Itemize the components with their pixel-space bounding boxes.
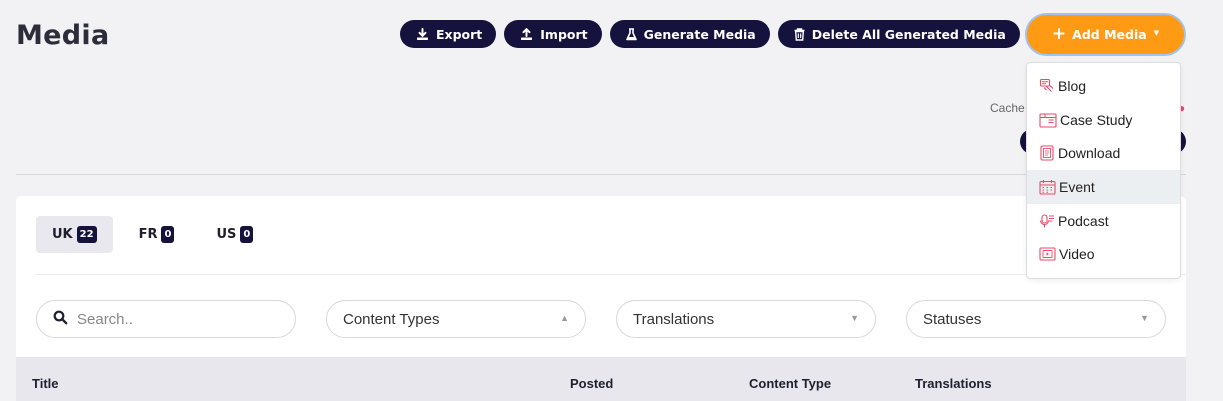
delete-generated-button-label: Delete All Generated Media bbox=[811, 26, 1006, 42]
menu-item-label: Video bbox=[1059, 246, 1095, 263]
content-types-select[interactable]: Content Types ▲ bbox=[326, 300, 586, 338]
trash-icon bbox=[794, 27, 805, 41]
calendar-icon bbox=[1039, 179, 1056, 195]
statuses-select[interactable]: Statuses ▼ bbox=[906, 300, 1166, 338]
column-header-posted[interactable]: Posted bbox=[570, 376, 613, 391]
tab-label: US bbox=[216, 227, 237, 242]
tab-label: FR bbox=[138, 227, 158, 242]
table-header: Title Posted Content Type Translations bbox=[16, 357, 1186, 401]
menu-item-label: Podcast bbox=[1058, 212, 1109, 229]
flask-icon bbox=[625, 27, 637, 41]
header-divider bbox=[16, 174, 1186, 175]
add-media-button-label: Add Media bbox=[1072, 27, 1147, 42]
toolbar: Export Import Generate Media Delete All … bbox=[400, 20, 1020, 48]
import-button-label: Import bbox=[540, 26, 588, 42]
export-button[interactable]: Export bbox=[400, 20, 497, 48]
case-study-icon bbox=[1039, 112, 1057, 128]
menu-item-label: Blog bbox=[1058, 77, 1087, 94]
menu-item-event[interactable]: Event bbox=[1027, 170, 1180, 204]
delete-generated-button[interactable]: Delete All Generated Media bbox=[777, 20, 1020, 48]
video-icon bbox=[1039, 246, 1056, 262]
tab-count-badge: 22 bbox=[76, 226, 97, 243]
menu-item-label: Download bbox=[1058, 145, 1121, 162]
menu-item-case-study[interactable]: Case Study bbox=[1027, 103, 1180, 137]
search-placeholder: Search.. bbox=[77, 310, 133, 328]
generate-media-button[interactable]: Generate Media bbox=[609, 20, 770, 48]
locale-tabs: UK 22 FR 0 US 0 bbox=[36, 216, 269, 253]
cache-label: Cache bbox=[990, 101, 1025, 115]
menu-item-podcast[interactable]: Podcast bbox=[1027, 204, 1180, 238]
tabs-divider bbox=[36, 274, 1186, 275]
media-card: UK 22 FR 0 US 0 Search.. Content Types ▲… bbox=[16, 196, 1186, 401]
column-header-content-type[interactable]: Content Type bbox=[749, 376, 831, 391]
menu-item-download[interactable]: Download bbox=[1027, 136, 1180, 170]
menu-item-blog[interactable]: Blog bbox=[1027, 69, 1180, 103]
page-title: Media bbox=[16, 20, 110, 51]
generate-media-button-label: Generate Media bbox=[643, 26, 756, 42]
import-icon bbox=[520, 27, 533, 41]
caret-down-icon: ▼ bbox=[1153, 29, 1160, 37]
export-icon bbox=[416, 27, 429, 41]
podcast-icon bbox=[1039, 213, 1055, 229]
add-media-button[interactable]: + Add Media ▼ bbox=[1025, 13, 1186, 56]
plus-icon: + bbox=[1051, 24, 1067, 44]
content-types-label: Content Types bbox=[343, 310, 440, 328]
search-icon bbox=[53, 310, 68, 329]
tab-uk[interactable]: UK 22 bbox=[36, 216, 113, 253]
tab-count-badge: 0 bbox=[161, 226, 175, 243]
menu-item-video[interactable]: Video bbox=[1027, 237, 1180, 271]
download-doc-icon bbox=[1039, 145, 1055, 161]
tab-fr[interactable]: FR 0 bbox=[123, 216, 191, 253]
import-button[interactable]: Import bbox=[504, 20, 602, 48]
column-header-translations[interactable]: Translations bbox=[915, 376, 992, 391]
export-button-label: Export bbox=[436, 26, 483, 42]
tab-label: UK bbox=[52, 227, 73, 242]
statuses-label: Statuses bbox=[923, 310, 982, 328]
menu-item-label: Event bbox=[1059, 178, 1095, 195]
menu-item-label: Case Study bbox=[1060, 111, 1133, 128]
translations-select[interactable]: Translations ▼ bbox=[616, 300, 876, 338]
tab-count-badge: 0 bbox=[240, 226, 254, 243]
chevron-down-icon: ▼ bbox=[850, 313, 859, 323]
chevron-up-icon: ▲ bbox=[560, 313, 569, 323]
column-header-title[interactable]: Title bbox=[32, 376, 59, 391]
search-input[interactable]: Search.. bbox=[36, 300, 296, 338]
tab-us[interactable]: US 0 bbox=[200, 216, 269, 253]
blog-icon bbox=[1039, 78, 1055, 94]
add-media-menu: Blog Case Study Download Event Podcast V… bbox=[1026, 62, 1181, 279]
chevron-down-icon: ▼ bbox=[1140, 313, 1149, 323]
translations-label: Translations bbox=[633, 310, 715, 328]
